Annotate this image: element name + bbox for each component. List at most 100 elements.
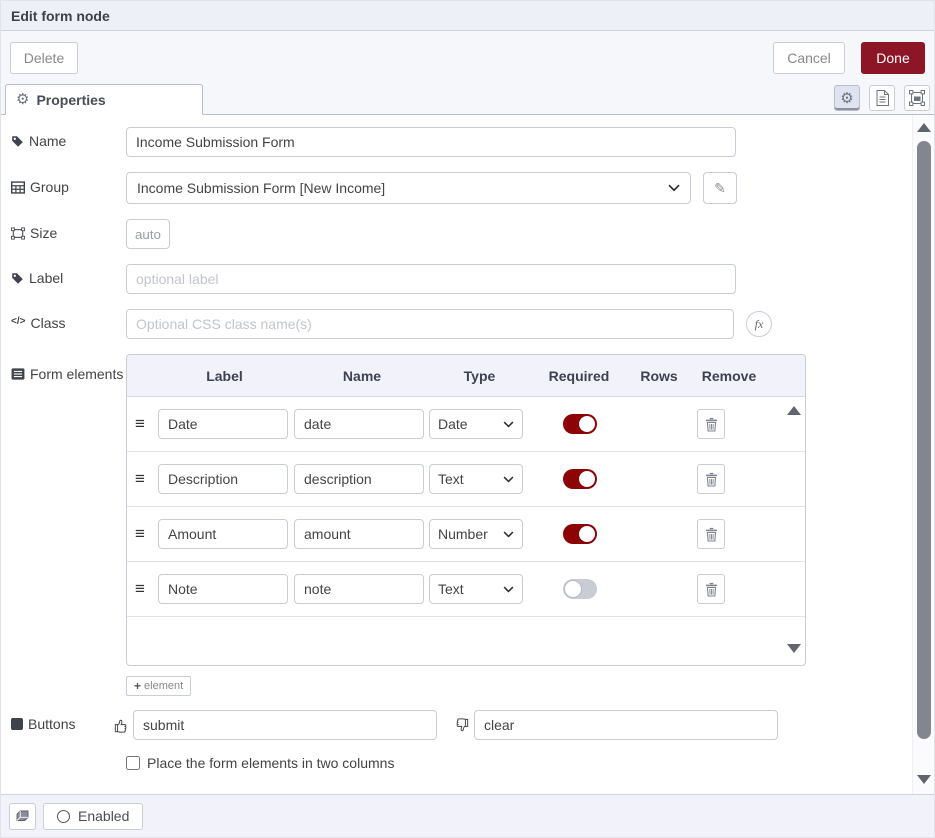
required-toggle[interactable] <box>563 469 597 489</box>
drag-handle-icon[interactable]: ≡ <box>135 469 155 489</box>
drag-handle-icon[interactable]: ≡ <box>135 579 155 599</box>
element-name-input[interactable] <box>294 574 424 604</box>
delete-button[interactable]: Delete <box>10 42 78 74</box>
col-header-label: Label <box>155 368 294 384</box>
element-name-input[interactable] <box>294 409 424 439</box>
element-name-input[interactable] <box>294 464 424 494</box>
chevron-down-icon <box>503 421 514 428</box>
tab-properties-label: Properties <box>36 92 105 108</box>
panel-scrollbar <box>912 115 934 794</box>
thumbs-down-icon <box>455 718 469 733</box>
form-elements-table: Label Name Type Required Rows Remove ≡ D… <box>126 354 806 666</box>
element-type-select[interactable]: Date <box>429 409 523 439</box>
panel-scroll-down-icon[interactable] <box>917 775 931 784</box>
two-columns-label: Place the form elements in two columns <box>147 755 394 771</box>
class-input[interactable] <box>126 309 734 339</box>
tab-bar: ⚙ Properties ⚙ <box>1 84 934 115</box>
properties-gear-icon: ⚙ <box>16 92 29 107</box>
dialog-footer: Enabled <box>1 794 934 837</box>
two-columns-row: Place the form elements in two columns <box>126 755 904 771</box>
element-name-input[interactable] <box>294 519 424 549</box>
node-enabled-toggle[interactable]: Enabled <box>43 803 143 830</box>
document-icon <box>876 90 889 106</box>
name-label: Name <box>11 133 126 151</box>
scroll-down-icon[interactable] <box>787 644 801 653</box>
label-input[interactable] <box>126 264 736 294</box>
element-label-input[interactable] <box>158 519 288 549</box>
edit-form-node-dialog: Edit form node Delete Cancel Done ⚙ Prop… <box>0 0 935 838</box>
element-type-value: Text <box>438 471 464 487</box>
required-toggle[interactable] <box>563 414 597 434</box>
tag-icon <box>11 135 24 148</box>
element-type-select[interactable]: Text <box>429 464 523 494</box>
chevron-down-icon <box>503 586 514 593</box>
delete-element-button[interactable] <box>697 574 725 604</box>
table-icon <box>11 181 25 194</box>
element-type-select[interactable]: Number <box>429 519 523 549</box>
panel-scroll-up-icon[interactable] <box>917 123 931 132</box>
clear-button-label-input[interactable] <box>474 710 778 740</box>
trash-icon <box>705 582 718 597</box>
delete-element-button[interactable] <box>697 464 725 494</box>
tab-properties[interactable]: ⚙ Properties <box>5 84 203 115</box>
square-icon <box>11 718 23 730</box>
list-scrollbar <box>783 397 805 665</box>
buttons-row: Buttons <box>11 710 904 740</box>
properties-panel: Name Group Income Submission Form [New I… <box>1 115 934 794</box>
thumbs-up-icon <box>114 718 128 733</box>
submit-button-label-input[interactable] <box>133 710 437 740</box>
appearance-view-button[interactable] <box>904 85 930 111</box>
add-element-button[interactable]: + element <box>126 676 191 696</box>
trash-icon <box>705 527 718 542</box>
two-columns-checkbox[interactable] <box>126 756 140 770</box>
dialog-header: Edit form node <box>1 1 934 31</box>
fx-icon: fx <box>755 317 764 332</box>
buttons-label: Buttons <box>11 716 114 734</box>
name-input[interactable] <box>126 127 736 157</box>
expression-button[interactable]: fx <box>746 311 772 337</box>
col-header-rows: Rows <box>629 368 689 384</box>
delete-element-button[interactable] <box>697 519 725 549</box>
panel-scrollbar-thumb[interactable] <box>917 141 931 739</box>
element-type-value: Text <box>438 581 464 597</box>
group-select-value: Income Submission Form [New Income] <box>137 180 385 196</box>
class-label: </> Class <box>11 315 126 333</box>
edit-group-button[interactable]: ✎ <box>703 172 737 204</box>
form-elements-list: ≡ Date ≡ Text ≡ Number <box>127 397 805 665</box>
required-toggle[interactable] <box>563 579 597 599</box>
group-row: Group Income Submission Form [New Income… <box>11 172 904 204</box>
done-button[interactable]: Done <box>861 42 925 74</box>
object-group-icon <box>11 227 25 240</box>
enabled-label: Enabled <box>78 808 129 824</box>
delete-element-button[interactable] <box>697 409 725 439</box>
properties-view-button[interactable]: ⚙ <box>834 85 860 111</box>
dialog-title: Edit form node <box>11 8 110 24</box>
gear-icon: ⚙ <box>840 91 853 106</box>
element-label-input[interactable] <box>158 574 288 604</box>
form-element-row: ≡ Number <box>127 507 805 562</box>
element-label-input[interactable] <box>158 464 288 494</box>
pencil-icon: ✎ <box>714 180 726 197</box>
cancel-button[interactable]: Cancel <box>773 42 845 74</box>
size-row: Size auto <box>11 219 904 249</box>
node-help-button[interactable] <box>9 803 36 830</box>
group-select[interactable]: Income Submission Form [New Income] <box>126 172 691 204</box>
col-header-remove: Remove <box>689 368 769 384</box>
required-toggle[interactable] <box>563 524 597 544</box>
element-label-input[interactable] <box>158 409 288 439</box>
form-element-row: ≡ Text <box>127 562 805 617</box>
description-view-button[interactable] <box>869 85 895 111</box>
dialog-toolbar: Delete Cancel Done <box>1 31 934 84</box>
form-elements-row: Form elements Label Name Type Required R… <box>11 354 904 666</box>
code-icon: </> <box>11 316 25 329</box>
trash-icon <box>705 472 718 487</box>
drag-handle-icon[interactable]: ≡ <box>135 414 155 434</box>
drag-handle-icon[interactable]: ≡ <box>135 524 155 544</box>
book-icon <box>15 810 30 823</box>
appearance-frame-icon <box>909 90 925 106</box>
element-type-select[interactable]: Text <box>429 574 523 604</box>
size-auto-button[interactable]: auto <box>126 219 170 249</box>
label-row: Label <box>11 264 904 294</box>
chevron-down-icon <box>503 476 514 483</box>
scroll-up-icon[interactable] <box>787 406 801 415</box>
